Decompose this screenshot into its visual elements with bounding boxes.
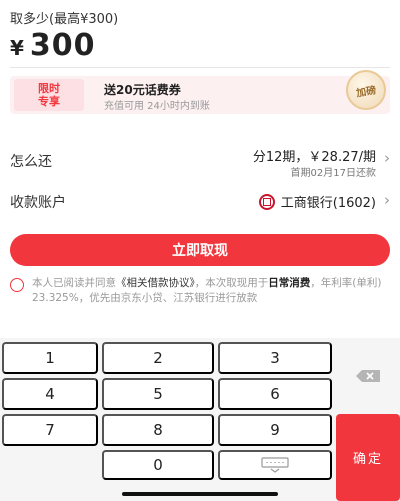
bank-name: 工商银行(1602) (280, 196, 376, 211)
agreement-prefix: 本人已阅读并同意 (32, 277, 116, 289)
key-4[interactable]: 4 (2, 378, 98, 410)
repay-label: 怎么还 (10, 154, 52, 170)
home-indicator (122, 492, 278, 496)
agreement-purpose[interactable]: 日常消费 (268, 277, 310, 289)
agreement-checkbox[interactable] (10, 278, 24, 292)
repay-first-due: 首期02月17日还款 (290, 168, 376, 179)
key-2[interactable]: 2 (102, 342, 214, 374)
icbc-logo-icon (258, 193, 275, 210)
agreement-link[interactable]: 《相关借款协议》 (116, 277, 195, 289)
key-5[interactable]: 5 (102, 378, 214, 410)
repay-plan-row[interactable]: 怎么还 分12期，￥28.27/期 首期02月17日还款 › (10, 146, 390, 179)
promo-tag-line2: 专享 (38, 95, 60, 108)
currency-symbol: ¥ (10, 36, 24, 60)
account-row[interactable]: 收款账户 工商银行(1602) › (10, 191, 390, 212)
hide-keyboard-button[interactable] (218, 450, 332, 480)
backspace-icon (356, 370, 380, 382)
account-label: 收款账户 (10, 195, 66, 211)
key-3[interactable]: 3 (218, 342, 332, 374)
promo-tag-line1: 限时 (38, 82, 60, 95)
key-0[interactable]: 0 (102, 450, 214, 480)
promo-badge-text: 加磅 (355, 84, 378, 100)
keyboard-hide-icon (261, 457, 289, 473)
key-9[interactable]: 9 (218, 414, 332, 446)
chevron-right-icon: › (384, 191, 390, 209)
repay-plan: 分12期，￥28.27/期 (252, 150, 376, 165)
key-1[interactable]: 1 (2, 342, 98, 374)
backspace-button[interactable] (336, 342, 400, 410)
bank-selector: 工商银行(1602) (258, 192, 376, 211)
promo-tag: 限时 专享 (14, 79, 84, 111)
withdraw-button[interactable]: 立即取现 (10, 234, 390, 266)
key-7[interactable]: 7 (2, 414, 98, 446)
agreement-block: 本人已阅读并同意《相关借款协议》，本次取现用于日常消费，年利率(单利) 23.3… (10, 276, 390, 306)
amount-value: 300 (29, 28, 96, 63)
promo-subtitle: 充值可用 24小时内到账 (104, 101, 210, 112)
amount-input[interactable]: ¥ 300 (10, 28, 390, 68)
promo-title: 送20元话费券 (104, 83, 181, 97)
amount-label: 取多少(最高¥300) (10, 12, 119, 27)
agreement-middle: ，本次取现用于 (194, 277, 269, 289)
promo-banner[interactable]: 限时 专享 送20元话费券 充值可用 24小时内到账 加磅 (10, 70, 390, 114)
key-6[interactable]: 6 (218, 378, 332, 410)
promo-badge-icon: 加磅 (346, 70, 386, 110)
agreement-text: 本人已阅读并同意《相关借款协议》，本次取现用于日常消费，年利率(单利) 23.3… (32, 276, 390, 306)
chevron-right-icon: › (384, 149, 390, 167)
confirm-button[interactable]: 确定 (336, 414, 400, 501)
numeric-keypad: 1 2 3 4 5 6 7 8 9 0 确定 (0, 338, 400, 501)
key-8[interactable]: 8 (102, 414, 214, 446)
